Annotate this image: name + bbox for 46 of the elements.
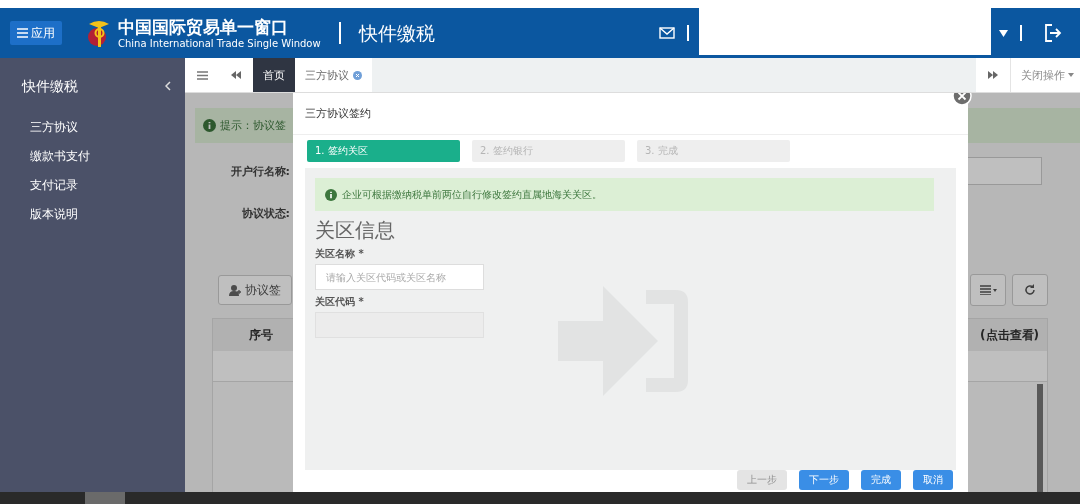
mail-icon[interactable]: [659, 27, 675, 39]
info-icon: [325, 188, 337, 201]
sidebar-title: 快件缴税: [22, 77, 78, 94]
scroll-right-icon[interactable]: [988, 71, 998, 79]
scrollbar[interactable]: [1037, 384, 1043, 492]
caret-icon: [1068, 73, 1074, 77]
user-add-icon: [229, 284, 241, 296]
tab[interactable]: 三方协议: [295, 58, 372, 92]
section-title: 关区信息: [315, 218, 395, 242]
list-icon: [979, 285, 997, 295]
refresh-icon: [1024, 284, 1036, 296]
tip-text: 提示：协议签: [220, 118, 286, 133]
portal-title: 中国国际贸易单一窗口: [118, 16, 289, 37]
notice-text: 企业可根据缴纳税单前两位自行修改签约直属地海关关区。: [342, 187, 602, 202]
form-label: 开户行名称:: [229, 163, 290, 179]
logout-icon[interactable]: [1044, 24, 1062, 42]
wizard-button[interactable]: 下一步: [799, 470, 849, 490]
portal-subtitle: China International Trade Single Window: [118, 37, 321, 50]
sidebar-item[interactable]: 三方协议: [30, 119, 78, 135]
caret-icon[interactable]: [999, 29, 1008, 37]
scroll-left-icon[interactable]: [231, 71, 241, 79]
sidebar-item[interactable]: 版本说明: [30, 206, 78, 222]
collapse-icon[interactable]: [165, 80, 171, 91]
dialog-title: 三方协议签约: [305, 106, 371, 121]
sidebar-item[interactable]: 支付记录: [30, 177, 78, 193]
wizard-button[interactable]: 完成: [861, 470, 901, 490]
wizard-button[interactable]: 取消: [913, 470, 953, 490]
sidebar-item[interactable]: 缴款书支付: [30, 148, 90, 164]
field-label: 关区名称 *: [315, 247, 364, 261]
menu-icon: [17, 28, 28, 38]
close-actions-menu[interactable]: 关闭操作: [1010, 58, 1080, 92]
columns-button[interactable]: [970, 274, 1006, 306]
tab[interactable]: 首页: [253, 58, 295, 92]
column-header: 序号: [247, 326, 274, 344]
column-header: (点击查看): [980, 326, 1040, 344]
close-icon[interactable]: [353, 70, 362, 80]
module-title: 快件缴税: [338, 22, 435, 44]
form-label: 协议状态:: [240, 205, 290, 221]
sign-button[interactable]: 协议签: [218, 275, 292, 305]
input-field[interactable]: 请输入关区代码或关区名称: [315, 264, 484, 290]
field-label: 关区代码 *: [315, 295, 364, 309]
app-menu-button[interactable]: 应用: [10, 21, 62, 45]
info-icon: [203, 119, 216, 132]
menu-icon[interactable]: [196, 70, 208, 80]
refresh-button[interactable]: [1012, 274, 1048, 306]
wizard-step[interactable]: 1. 签约关区: [307, 140, 460, 162]
